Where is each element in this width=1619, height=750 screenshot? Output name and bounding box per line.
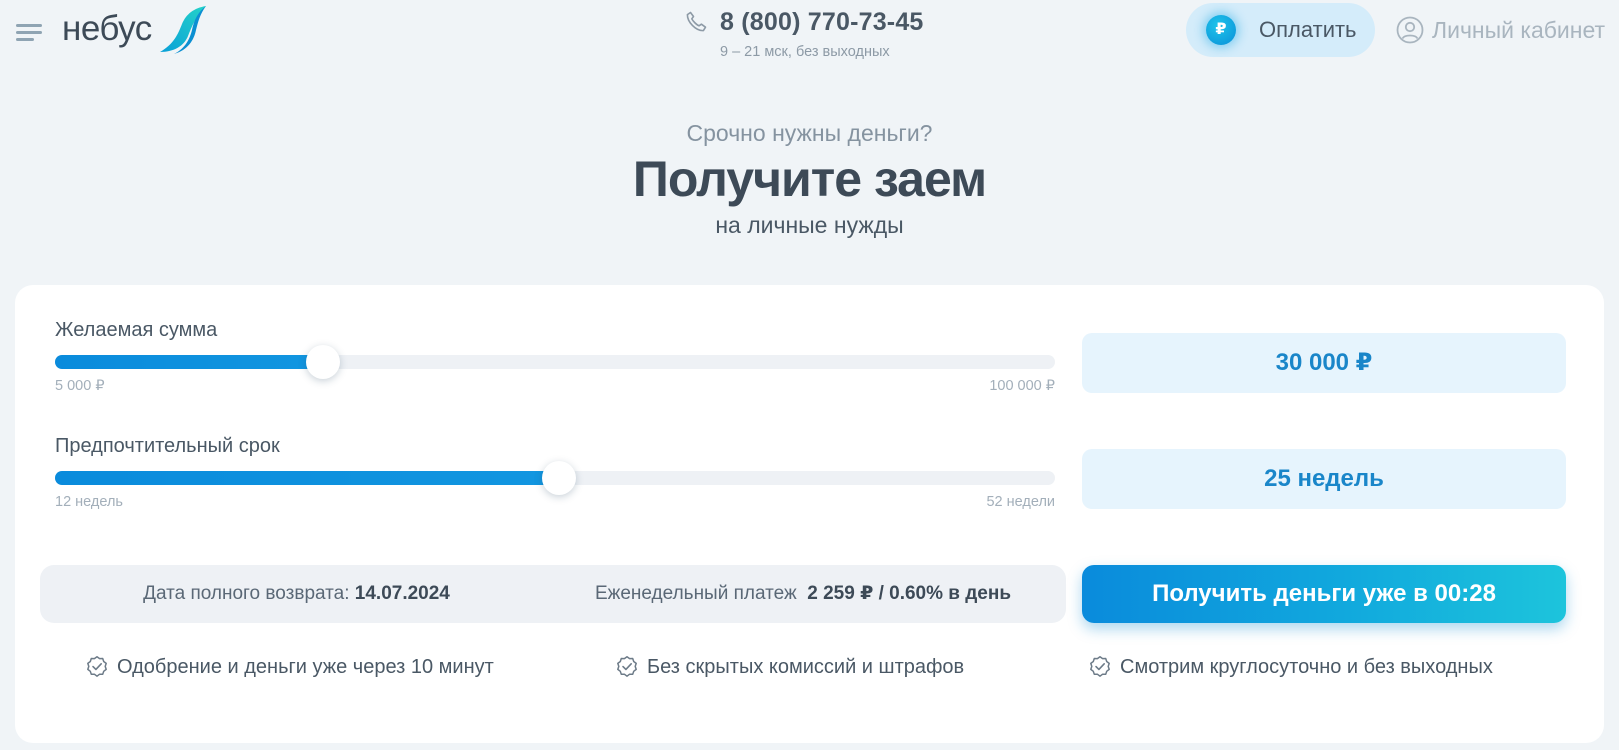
- amount-slider-fill: [55, 355, 323, 369]
- return-date-value: 14.07.2024: [354, 583, 450, 604]
- personal-account-link[interactable]: Личный кабинет: [1396, 12, 1605, 48]
- amount-max-label: 100 000 ₽: [989, 378, 1055, 394]
- logo[interactable]: небус: [62, 4, 210, 56]
- menu-icon[interactable]: [16, 22, 44, 42]
- check-badge-icon: [617, 656, 637, 677]
- loan-summary: Дата полного возврата: 14.07.2024 Еженед…: [40, 565, 1066, 623]
- amount-slider[interactable]: [55, 345, 1055, 379]
- phone-number[interactable]: 8 (800) 770-73-45: [720, 8, 924, 37]
- feature-item: Смотрим круглосуточно и без выходных: [1088, 652, 1493, 682]
- amount-value-field[interactable]: 30 000 ₽: [1082, 333, 1566, 393]
- return-date-label: Дата полного возврата:: [143, 583, 350, 604]
- feature-text: Одобрение и деньги уже через 10 минут: [117, 655, 494, 678]
- phone-icon: [686, 11, 707, 32]
- logo-mark-icon: [159, 6, 206, 54]
- pay-button-label: Оплатить: [1259, 17, 1357, 42]
- pay-button[interactable]: ₽ Оплатить: [1186, 3, 1375, 57]
- term-slider[interactable]: [55, 461, 1055, 495]
- loan-calculator: Желаемая сумма 5 000 ₽ 100 000 ₽ 30 000 …: [15, 285, 1604, 743]
- user-icon: [1396, 16, 1424, 44]
- feature-item: Без скрытых комиссий и штрафов: [615, 652, 964, 682]
- page: небус 8 (800) 770-73-45 9 – 21 мск, без …: [0, 0, 1619, 750]
- term-max-label: 52 недели: [986, 494, 1055, 510]
- term-value-field[interactable]: 25 недель: [1082, 449, 1566, 509]
- feature-item: Одобрение и деньги уже через 10 минут: [85, 652, 494, 682]
- ruble-icon: ₽: [1206, 15, 1236, 45]
- hero-subtitle: Срочно нужны деньги?: [686, 120, 933, 146]
- weekly-payment-value: 2 259 ₽ / 0.60% в день: [807, 583, 1012, 604]
- phone-hours: 9 – 21 мск, без выходных: [720, 44, 890, 60]
- check-badge-icon: [87, 656, 107, 677]
- personal-account-label: Личный кабинет: [1432, 16, 1606, 43]
- logo-text: небус: [62, 8, 152, 48]
- feature-text: Без скрытых комиссий и штрафов: [647, 655, 965, 678]
- hero-title: Получите заем: [632, 151, 987, 207]
- term-label: Предпочтительный срок: [55, 435, 280, 457]
- get-money-button[interactable]: Получить деньги уже в 00:28: [1082, 565, 1566, 623]
- term-slider-fill: [55, 471, 559, 485]
- feature-text: Смотрим круглосуточно и без выходных: [1120, 655, 1493, 678]
- amount-slider-thumb[interactable]: [306, 345, 340, 379]
- weekly-payment-info: Еженедельный платеж 2 259 ₽ / 0.60% в де…: [540, 565, 1066, 623]
- check-badge-icon: [1090, 656, 1110, 677]
- amount-label: Желаемая сумма: [55, 319, 218, 341]
- weekly-payment-label: Еженедельный платеж: [594, 583, 797, 604]
- header: небус 8 (800) 770-73-45 9 – 21 мск, без …: [0, 0, 1619, 62]
- return-date-info: Дата полного возврата: 14.07.2024: [40, 565, 553, 623]
- hero-note: на личные нужды: [715, 212, 904, 238]
- term-slider-thumb[interactable]: [542, 461, 576, 495]
